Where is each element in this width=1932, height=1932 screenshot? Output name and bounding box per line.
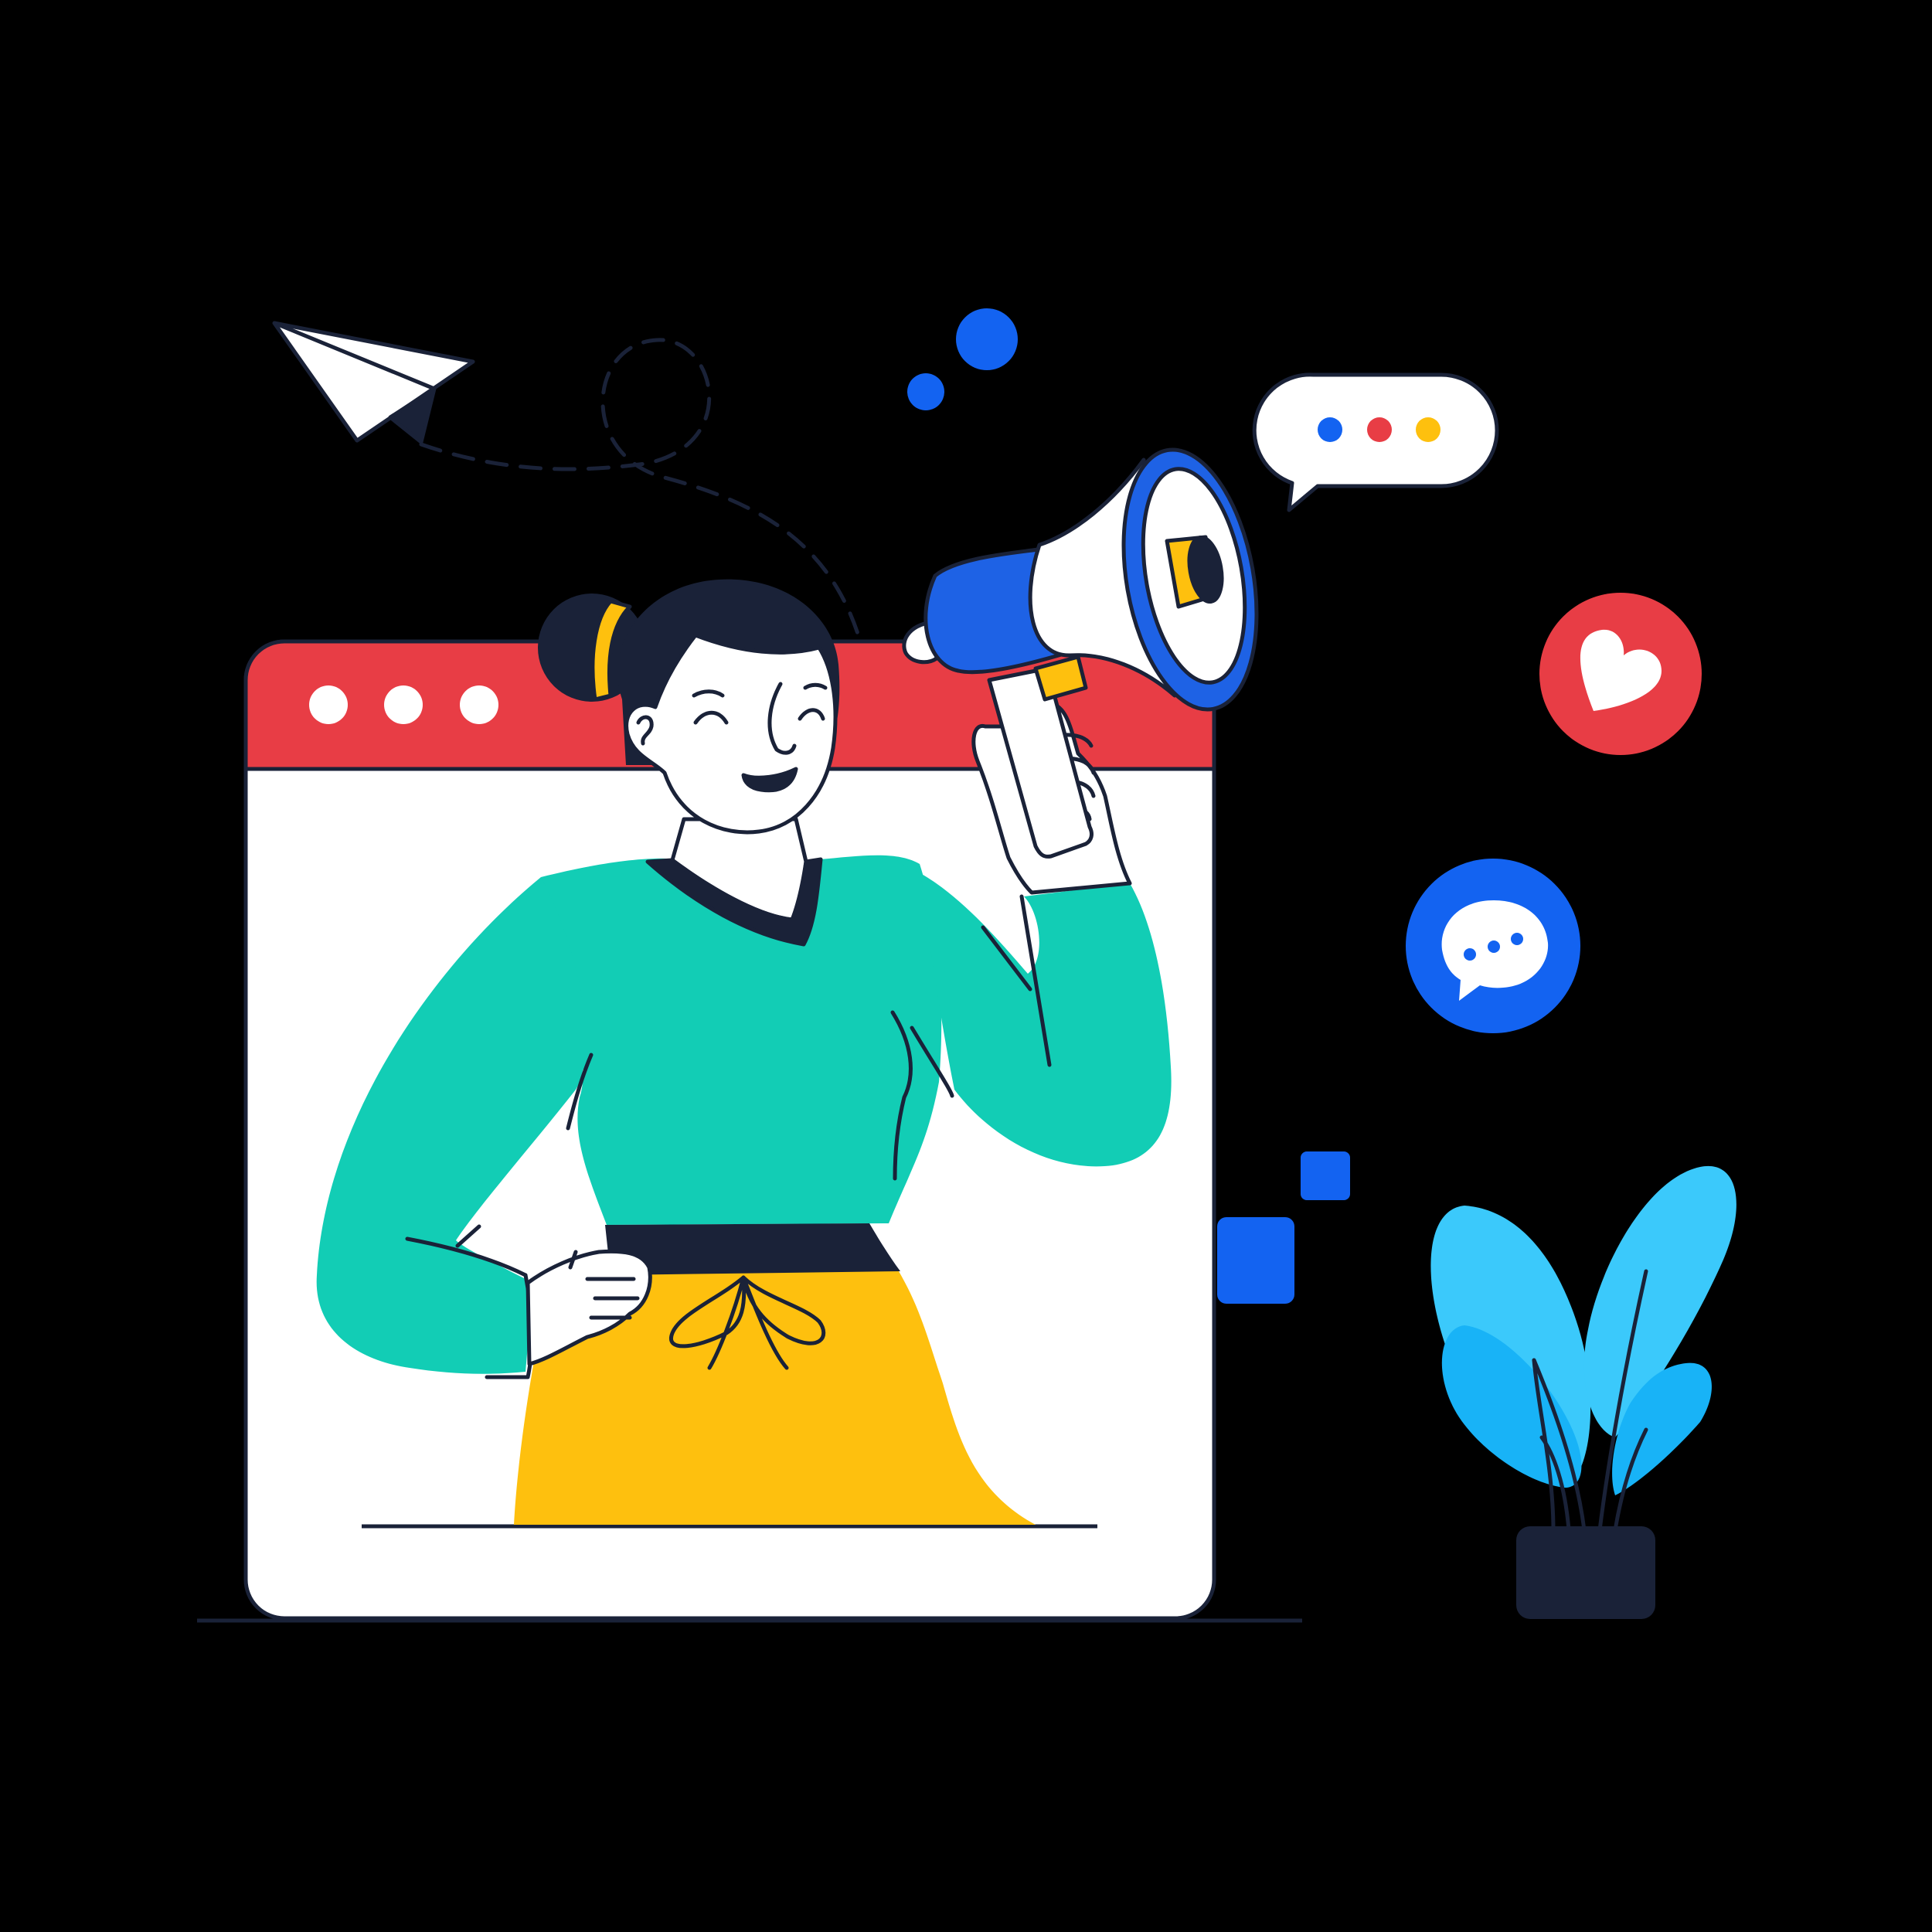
decorative-square <box>1301 1151 1350 1200</box>
bubble-dot-yellow <box>1416 417 1440 442</box>
decorative-square <box>1217 1217 1294 1304</box>
decorative-dot <box>907 373 944 410</box>
window-dot <box>384 685 423 724</box>
window-dot <box>309 685 348 724</box>
bubble-dot-red <box>1367 417 1392 442</box>
decorative-dot <box>956 308 1018 370</box>
plant-pot <box>1516 1526 1655 1619</box>
heart-badge <box>1539 593 1702 755</box>
window-dot <box>460 685 498 724</box>
bubble-dot-blue <box>1318 417 1342 442</box>
marketing-illustration <box>0 0 1932 1932</box>
chat-badge <box>1406 859 1580 1033</box>
